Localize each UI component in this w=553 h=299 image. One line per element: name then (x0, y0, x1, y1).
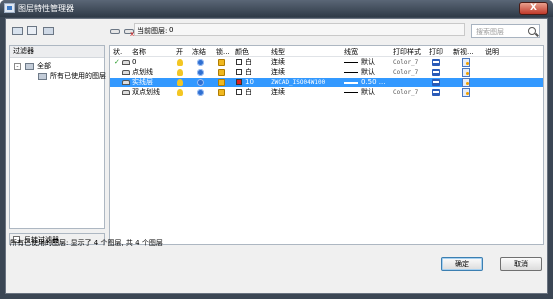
unlock-icon[interactable] (218, 79, 225, 86)
printer-icon[interactable] (432, 79, 440, 86)
status-text: 所有已使用的图层: 显示了 4 个图层, 共 4 个图层 (10, 239, 163, 247)
new-viewport-freeze-icon[interactable] (462, 88, 470, 97)
current-layer-label: 当前图层: (137, 27, 168, 35)
freeze-sun-icon[interactable] (197, 89, 204, 96)
col-plot[interactable]: 打印 (429, 47, 443, 57)
col-new-viewport[interactable]: 新视... (453, 47, 474, 57)
current-layer-box (134, 23, 465, 36)
layer-name[interactable]: 点划线 (132, 68, 153, 77)
lineweight-value[interactable]: 默认 (361, 88, 375, 97)
lineweight-sample (344, 62, 358, 63)
filter-node-label: 所有已使用的图层 (50, 72, 106, 80)
col-plot-style[interactable]: 打印样式 (393, 47, 421, 57)
filter-node-all[interactable]: - 全部 (14, 61, 104, 71)
color-swatch[interactable] (236, 69, 242, 75)
color-name[interactable]: 白 (245, 58, 252, 67)
printer-icon[interactable] (432, 69, 440, 76)
filter-header: 过滤器 (10, 46, 104, 58)
search-placeholder: 搜索图层 (476, 28, 504, 36)
filter-tree: - 全部 所有已使用的图层 (14, 61, 106, 81)
on-bulb-icon[interactable] (177, 69, 183, 76)
layer-row[interactable]: 双点划线 白 连续 默认 Color_7 (110, 88, 543, 97)
window-title: 图层特性管理器 (18, 4, 74, 13)
close-button[interactable]: X (519, 2, 548, 15)
on-bulb-icon[interactable] (177, 59, 183, 66)
unlock-icon[interactable] (218, 89, 225, 96)
layer-list-header: 状. 名称 开 冻结 锁... 颜色 线型 线宽 打印样式 打印 新视... 说… (110, 46, 543, 57)
title-bar: 图层特性管理器 X (0, 0, 553, 17)
plot-style-value: Color_7 (393, 59, 419, 66)
freeze-sun-icon[interactable] (197, 59, 204, 66)
linetype-value[interactable]: 连续 (271, 58, 285, 67)
lineweight-sample (344, 82, 358, 84)
app-icon (4, 3, 15, 13)
plot-style-value: Color_7 (393, 69, 419, 76)
filter-node-used-layers[interactable]: 所有已使用的图层 (14, 71, 106, 81)
col-lock[interactable]: 锁... (216, 47, 230, 57)
new-viewport-freeze-icon[interactable] (462, 58, 470, 67)
layer-icon (122, 70, 130, 75)
layer-row[interactable]: ✓ 0 白 连续 默认 Color_7 (110, 58, 543, 67)
on-bulb-icon[interactable] (177, 89, 183, 96)
color-name[interactable]: 白 (245, 88, 252, 97)
filter-tree-panel: 过滤器 - 全部 所有已使用的图层 (9, 45, 106, 229)
layer-icon (122, 60, 130, 65)
dialog-client: x ✓ 当前图层: 0 搜索图层 过滤器 - 全部 所有已使用的图层 (5, 18, 548, 294)
layer-list: 状. 名称 开 冻结 锁... 颜色 线型 线宽 打印样式 打印 新视... 说… (109, 45, 544, 245)
plot-style-value: Color_7 (393, 89, 419, 96)
layer-row[interactable]: 实线层 10 ZWCAD_ISO04W100 0.50 ... (110, 78, 543, 87)
layer-states-manager-icon[interactable] (43, 25, 55, 36)
freeze-sun-icon[interactable] (197, 79, 204, 86)
color-swatch[interactable] (236, 59, 242, 65)
printer-icon[interactable] (432, 89, 440, 96)
current-layer-value: 0 (169, 26, 174, 34)
linetype-value[interactable]: 连续 (271, 68, 285, 77)
new-group-filter-icon[interactable] (26, 25, 38, 36)
search-layer-input[interactable]: 搜索图层 (471, 24, 540, 38)
current-status-icon: ✓ (114, 58, 120, 66)
new-viewport-freeze-icon[interactable] (462, 78, 470, 87)
layer-icon (122, 90, 130, 95)
search-icon[interactable] (528, 27, 536, 35)
color-swatch[interactable] (236, 89, 242, 95)
filter-folder-icon (25, 63, 34, 70)
new-layer-icon[interactable] (110, 26, 122, 37)
linetype-value[interactable]: ZWCAD_ISO04W100 (271, 78, 325, 87)
col-name[interactable]: 名称 (132, 47, 146, 57)
new-property-filter-icon[interactable] (12, 25, 24, 36)
layer-manager-window: 图层特性管理器 X x ✓ 当前图层: 0 搜索图层 过滤器 (0, 0, 553, 299)
lineweight-sample (344, 92, 358, 93)
linetype-value[interactable]: 连续 (271, 88, 285, 97)
col-description[interactable]: 说明 (485, 47, 499, 57)
layer-name[interactable]: 双点划线 (132, 88, 160, 97)
col-freeze[interactable]: 冻结 (192, 47, 206, 57)
on-bulb-icon[interactable] (177, 79, 183, 86)
lineweight-sample (344, 72, 358, 73)
printer-icon[interactable] (432, 59, 440, 66)
cancel-button[interactable]: 取消 (500, 257, 542, 271)
layer-name[interactable]: 0 (132, 58, 136, 67)
unlock-icon[interactable] (218, 59, 225, 66)
unlock-icon[interactable] (218, 69, 225, 76)
filter-icon (38, 73, 47, 80)
lineweight-value[interactable]: 默认 (361, 68, 375, 77)
layer-icon (122, 80, 130, 85)
filter-node-label: 全部 (37, 62, 51, 70)
col-status[interactable]: 状. (113, 47, 122, 57)
col-on[interactable]: 开 (176, 47, 183, 57)
color-swatch[interactable] (236, 79, 242, 85)
color-name[interactable]: 10 (245, 78, 254, 87)
col-color[interactable]: 颜色 (235, 47, 249, 57)
lineweight-value[interactable]: 0.50 ... (361, 78, 386, 87)
layer-name[interactable]: 实线层 (132, 78, 153, 87)
col-linetype[interactable]: 线型 (271, 47, 285, 57)
col-lineweight[interactable]: 线宽 (344, 47, 358, 57)
new-viewport-freeze-icon[interactable] (462, 68, 470, 77)
collapse-toggle[interactable]: - (14, 63, 21, 70)
color-name[interactable]: 白 (245, 68, 252, 77)
lineweight-value[interactable]: 默认 (361, 58, 375, 67)
ok-button[interactable]: 确定 (441, 257, 483, 271)
layer-row[interactable]: 点划线 白 连续 默认 Color_7 (110, 68, 543, 77)
freeze-sun-icon[interactable] (197, 69, 204, 76)
